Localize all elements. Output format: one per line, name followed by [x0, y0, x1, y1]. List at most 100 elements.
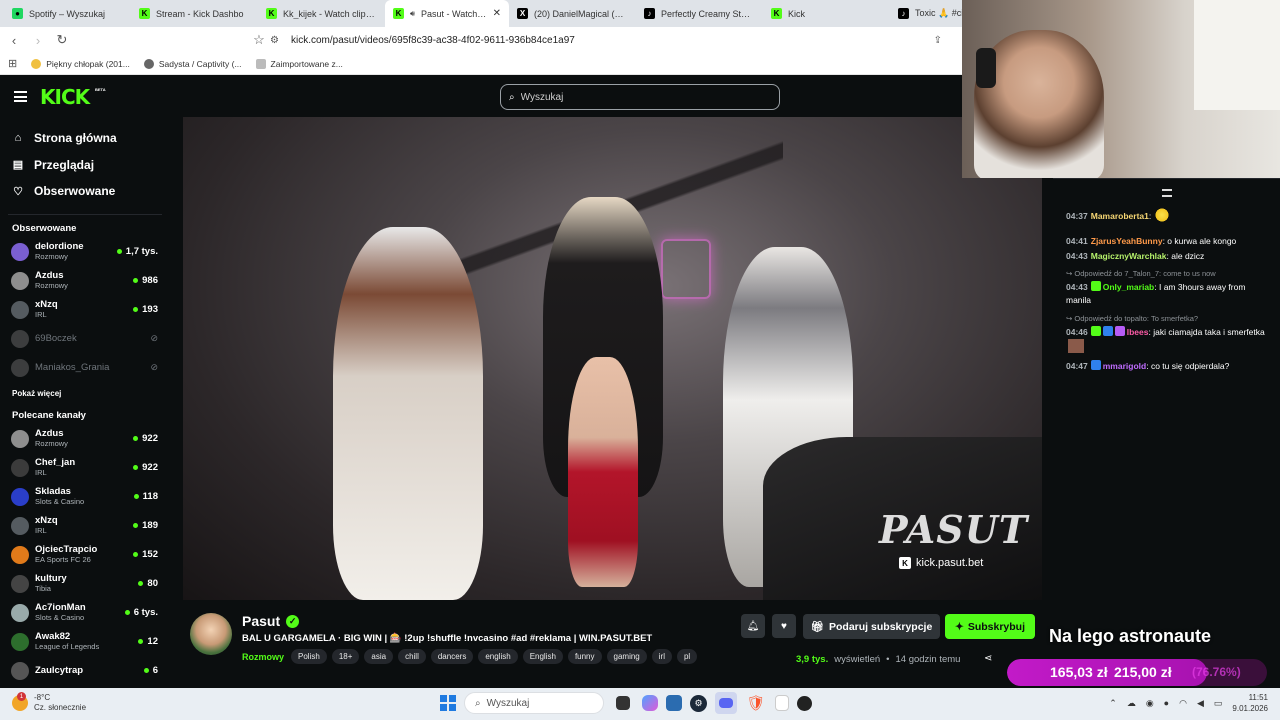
sidebar-channel-item[interactable]: xNzq IRL 189	[0, 511, 170, 540]
cloud-icon[interactable]: ☁	[1127, 698, 1136, 709]
forward-icon[interactable]: ›	[28, 33, 48, 48]
tag-chip[interactable]: chill	[398, 649, 426, 664]
weather-widget[interactable]: 1 -8°C Cz. słonecznie	[12, 692, 86, 713]
brave-icon[interactable]: 🛡︎	[745, 692, 767, 714]
chat-message[interactable]: 04:43 Only_mariab: I am 3hours away from …	[1066, 281, 1271, 307]
video-player[interactable]: PASUT Kkick.pasut.bet	[183, 117, 1042, 600]
sidebar-channel-item[interactable]: Maniakos_Grania ⊘	[0, 353, 170, 382]
bookmark-item[interactable]: Sadysta / Captivity (...	[143, 58, 242, 69]
browser-tab[interactable]: ♪ Perfectly Creamy Starbuck	[636, 0, 763, 27]
follow-button[interactable]: ♥	[772, 614, 796, 638]
chat-username[interactable]: lbees	[1127, 327, 1149, 337]
tab-favicon-icon: ♪	[644, 8, 655, 19]
chat-message[interactable]: 04:47 mmarigold: co tu się odpierdala?	[1066, 360, 1271, 373]
tag-chip[interactable]: English	[522, 649, 563, 664]
tag-chip[interactable]: gaming	[606, 649, 647, 664]
chat-message[interactable]: 04:43 MagicznyWarchlak: ale dzicz	[1066, 250, 1271, 263]
close-icon[interactable]: ✕	[493, 8, 501, 19]
kick-logo[interactable]: KICK	[40, 85, 90, 109]
discord-icon[interactable]	[715, 692, 737, 714]
mic-icon[interactable]: ●	[1164, 698, 1169, 708]
search-box[interactable]: ⌕	[500, 84, 780, 110]
streamer-name[interactable]: Pasut	[242, 613, 280, 629]
bookmark-item[interactable]: Zaimportowane z...	[255, 58, 343, 69]
notes-icon[interactable]	[775, 695, 789, 711]
tag-chip[interactable]: funny	[567, 649, 602, 664]
sidebar-channel-item[interactable]: Ac7ionMan Slots & Casino 6 tys.	[0, 598, 170, 627]
chevron-up-icon[interactable]: ⌃	[1109, 698, 1117, 709]
sidebar-item-following[interactable]: ♡ Obserwowane	[0, 178, 170, 205]
chat-username[interactable]: ZjarusYeahBunny	[1091, 236, 1163, 246]
pinned-icon[interactable]	[1162, 189, 1172, 197]
search-input[interactable]	[520, 91, 751, 103]
taskbar-search[interactable]: ⌕ Wyszukaj	[464, 692, 604, 714]
volume-icon[interactable]: ◀	[1197, 698, 1204, 709]
share-icon[interactable]: ⋖	[984, 653, 992, 664]
sidebar-item-home[interactable]: ⌂ Strona główna	[0, 125, 170, 152]
site-info-icon[interactable]: ⚙	[270, 35, 279, 46]
reload-icon[interactable]: ↻	[52, 32, 72, 48]
system-tray: ⌃ ☁ ◉ ● ◠ ◀ ▭ 11:51 9.01.2026	[1109, 692, 1268, 714]
sidebar-channel-item[interactable]: Azdus Rozmowy 922	[0, 424, 170, 453]
chat-username[interactable]: mmarigold	[1103, 361, 1146, 371]
chat-message[interactable]: 04:46 lbees: jaki ciamajda taka i smerfet…	[1066, 326, 1271, 354]
back-icon[interactable]: ‹	[4, 33, 24, 48]
clock[interactable]: 11:51 9.01.2026	[1232, 692, 1268, 714]
store-icon[interactable]	[666, 695, 682, 711]
notification-bell-button[interactable]: 🔔︎	[741, 614, 765, 638]
url-field[interactable]: ⚙ kick.com/pasut/videos/695f8c39-ac38-4f…	[270, 31, 960, 49]
sidebar-channel-item[interactable]: Zaulcytrap 6	[0, 656, 170, 685]
browser-tab[interactable]: K Kick	[763, 0, 890, 27]
bookmark-item[interactable]: Piękny chłopak (201...	[31, 58, 130, 69]
chat-username[interactable]: MagicznyWarchlak	[1091, 251, 1167, 261]
chat-message[interactable]: 04:37 Mamaroberta1:	[1066, 208, 1271, 223]
browser-tab[interactable]: ● Spotify – Wyszukaj	[4, 0, 131, 27]
tag-chip[interactable]: 18+	[331, 649, 360, 664]
tag-chip[interactable]: asia	[364, 649, 394, 664]
browser-tab[interactable]: X (20) DanielMagical (@dan	[509, 0, 636, 27]
windows-start-icon[interactable]	[440, 695, 456, 711]
menu-icon[interactable]	[14, 91, 27, 102]
bookmark-star-icon[interactable]: ☆	[249, 32, 269, 48]
tag-chip[interactable]: pl	[676, 649, 698, 664]
chat-username[interactable]: Mamaroberta1	[1091, 211, 1149, 221]
speaker-icon[interactable]: 🔊︎	[410, 9, 415, 19]
tag-chip[interactable]: Polish	[291, 649, 327, 664]
show-more-link[interactable]: Pokaż więcej	[0, 382, 170, 406]
browser-tab[interactable]: K 🔊︎ Pasut - Watch the ✕	[385, 0, 509, 27]
recommended-list: Azdus Rozmowy 922 Chef_jan IRL 922 Skladas Slot…	[0, 424, 170, 685]
browser-tab[interactable]: K Kk_kijek - Watch clips on	[258, 0, 385, 27]
browser-tab[interactable]: K Stream - Kick Dashbo	[131, 0, 258, 27]
sidebar-item-browse[interactable]: ▤ Przeglądaj	[0, 152, 170, 179]
tag-chip[interactable]: irl	[651, 649, 672, 664]
tag-chip[interactable]: english	[478, 649, 518, 664]
share-icon[interactable]: ⇪	[934, 35, 942, 46]
wifi-icon[interactable]: ◠	[1179, 698, 1187, 709]
sidebar-channel-item[interactable]: Chef_jan IRL 922	[0, 453, 170, 482]
sidebar-channel-item[interactable]: kultury Tibia 80	[0, 569, 170, 598]
task-view-icon[interactable]	[616, 696, 630, 710]
sidebar-channel-item[interactable]: delordione Rozmowy 1,7 tys.	[0, 237, 170, 266]
apps-grid-icon[interactable]: ⊞	[8, 57, 17, 70]
streamer-avatar[interactable]	[190, 613, 232, 655]
verified-icon: ✓	[286, 614, 300, 628]
chat-message[interactable]: 04:41 ZjarusYeahBunny: o kurwa ale kongo	[1066, 235, 1271, 248]
sidebar-channel-item[interactable]: 69Boczek ⊘	[0, 324, 170, 353]
category-link[interactable]: Rozmowy	[242, 652, 284, 662]
steam-icon[interactable]: ⚙	[690, 694, 707, 712]
channel-avatar	[11, 545, 29, 564]
gift-subscriptions-button[interactable]: 🎁︎ Podaruj subskrypcje	[803, 614, 940, 639]
network-icon[interactable]: ◉	[1146, 698, 1154, 709]
copilot-icon[interactable]	[642, 695, 658, 711]
subscribe-button[interactable]: ✦ Subskrybuj	[945, 614, 1035, 639]
sidebar-channel-item[interactable]: Azdus Rozmowy 986	[0, 266, 170, 295]
sidebar-channel-item[interactable]: xNzq IRL 193	[0, 295, 170, 324]
battery-icon[interactable]: ▭	[1214, 698, 1223, 709]
sidebar-channel-item[interactable]: Awak82 League of Legends 12	[0, 627, 170, 656]
sidebar-channel-item[interactable]: Skladas Slots & Casino 118	[0, 482, 170, 511]
chat-username[interactable]: Only_mariab	[1103, 282, 1155, 292]
channel-avatar	[11, 487, 29, 506]
tag-chip[interactable]: dancers	[430, 649, 474, 664]
app-icon[interactable]	[797, 695, 812, 711]
sidebar-channel-item[interactable]: OjciecTrapcio EA Sports FC 26 152	[0, 540, 170, 569]
